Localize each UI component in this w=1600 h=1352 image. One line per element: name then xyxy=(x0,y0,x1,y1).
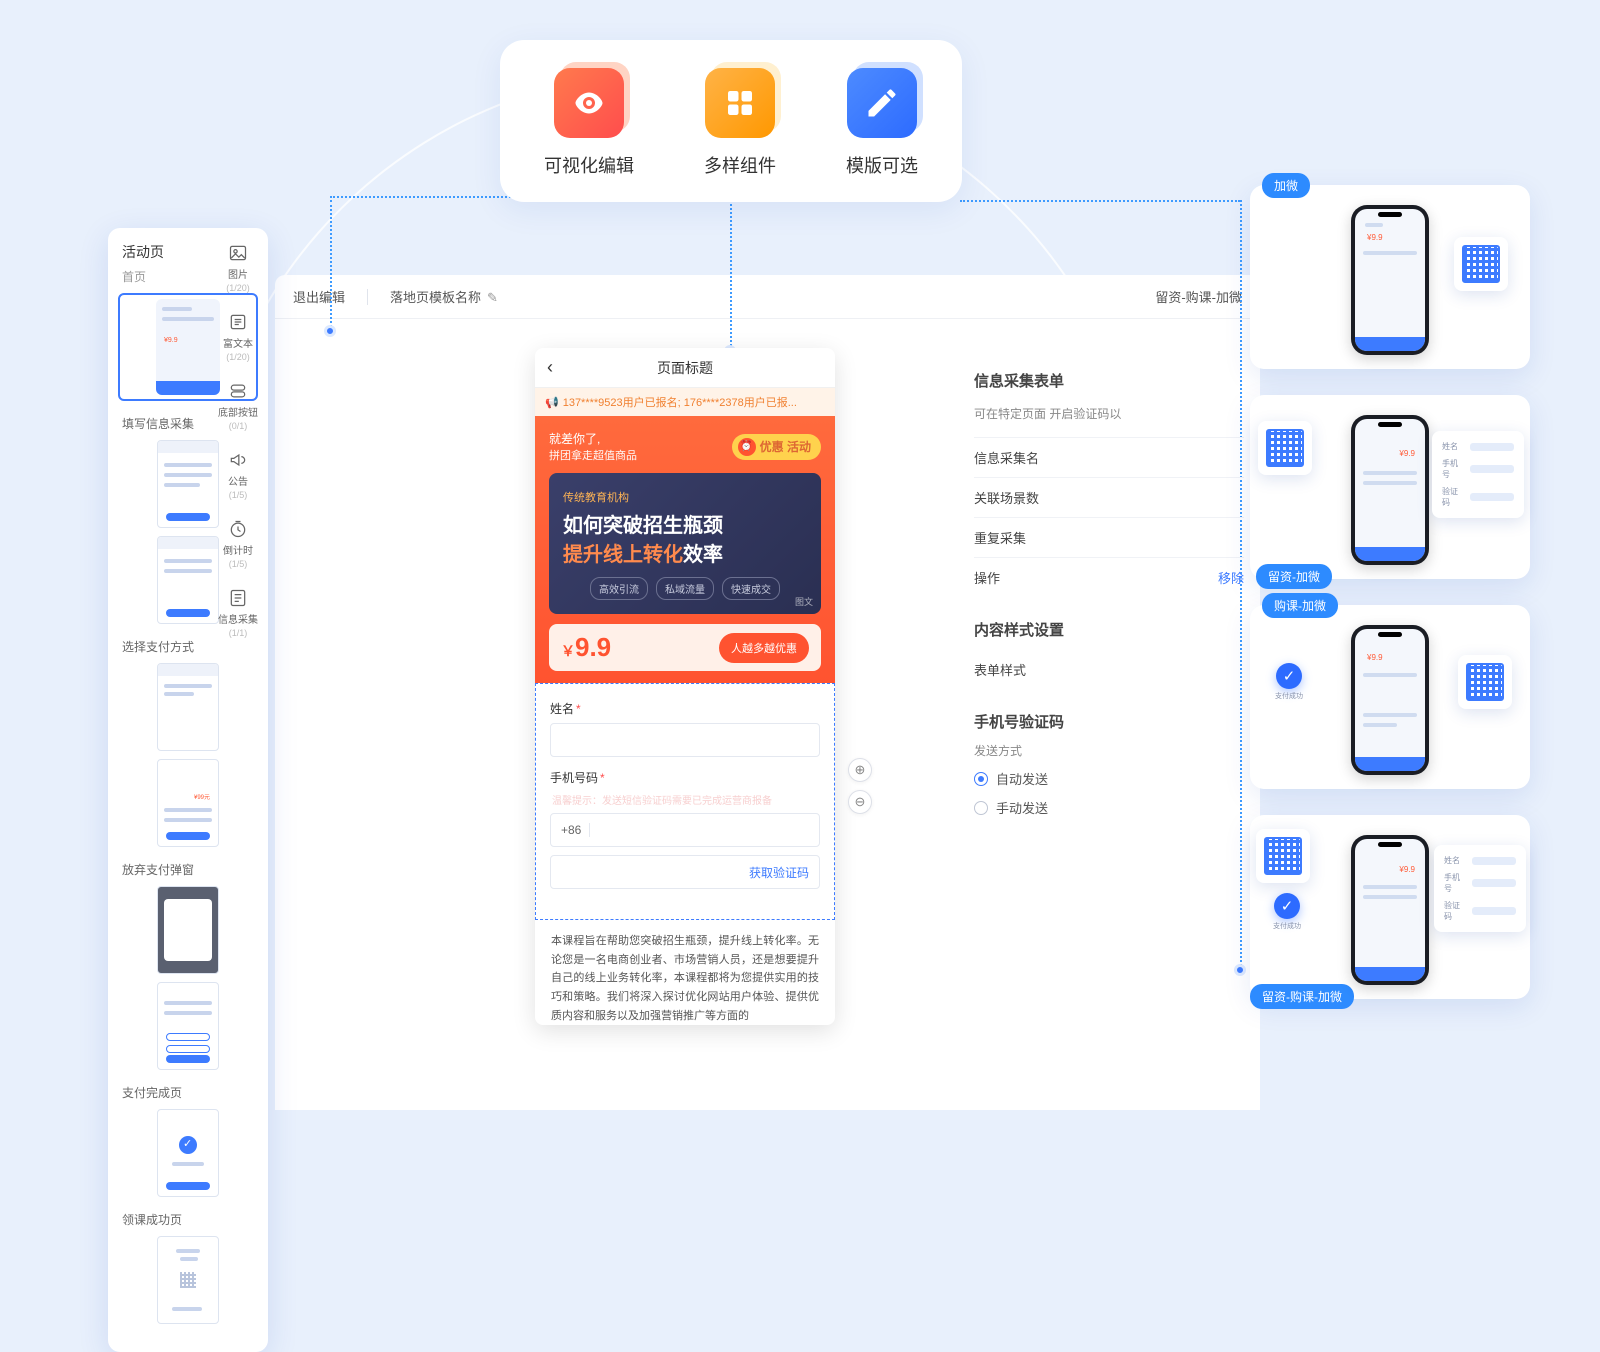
promo-block: 就差你了, 拼团拿走超值商品 ⏰优惠 活动 传统教育机构 如何突破招生瓶颈 提升… xyxy=(535,416,835,683)
hero-card: 传统教育机构 如何突破招生瓶颈 提升线上转化效率 高效引流 私域流量 快速成交 … xyxy=(549,473,821,614)
form-preview-selected[interactable]: 姓名* 手机号码* 温馨提示：发送短信验证码需要已完成运营商报备 +86 获取验… xyxy=(535,683,835,920)
section-label: 领课成功页 xyxy=(118,1211,258,1228)
preview-column: 加微 ¥9.9 留资-加微 ¥9.9 姓名 手机号 验证码 购课-加微 ¥ xyxy=(1250,185,1530,999)
check-icon: ✓ xyxy=(1276,663,1302,689)
preview-card: 加微 ¥9.9 xyxy=(1250,185,1530,369)
edit-icon[interactable]: ✎ xyxy=(487,290,498,305)
feature-label: 可视化编辑 xyxy=(544,152,634,178)
plus-button[interactable]: ⊕ xyxy=(848,758,872,782)
feature-label: 模版可选 xyxy=(846,152,918,178)
minus-button[interactable]: ⊖ xyxy=(848,790,872,814)
qr-icon xyxy=(1462,245,1500,283)
phone-preview: ‹ 页面标题 📢 137****9523用户已报名; 176****2378用户… xyxy=(535,348,835,1025)
page-thumb[interactable]: ¥99元 xyxy=(157,759,219,847)
props-subtitle: 手机号验证码 xyxy=(974,711,1244,732)
eye-icon xyxy=(554,68,624,138)
radio-manual[interactable]: 手动发送 xyxy=(974,798,1244,817)
pencil-icon xyxy=(847,68,917,138)
props-subtitle: 内容样式设置 xyxy=(974,619,1244,640)
remove-link[interactable]: 移除 xyxy=(1218,568,1244,587)
megaphone-icon xyxy=(227,449,249,471)
qr-card xyxy=(1454,237,1508,291)
chip: 留资-加微 xyxy=(1256,564,1332,589)
course-description: 本课程旨在帮助您突破招生瓶颈，提升线上转化率。无论您是一名电商创业者、市场营销人… xyxy=(535,920,835,1025)
check-icon: ✓ xyxy=(1274,893,1300,919)
image-icon xyxy=(227,242,249,264)
feature-templates: 模版可选 xyxy=(846,68,918,178)
ticker-bar: 📢 137****9523用户已报名; 176****2378用户已报... xyxy=(535,388,835,416)
qr-card xyxy=(1258,421,1312,475)
page-thumb[interactable] xyxy=(157,886,219,974)
promo-pill: ⏰优惠 活动 xyxy=(732,434,821,460)
preview-card: 购课-加微 ¥9.9 ✓ 支付成功 xyxy=(1250,605,1530,789)
clock-icon: ⏰ xyxy=(738,438,756,456)
get-code-link[interactable]: 获取验证码 xyxy=(749,864,809,881)
page-thumb[interactable] xyxy=(157,1109,219,1197)
feature-components: 多样组件 xyxy=(704,68,776,178)
feature-label: 多样组件 xyxy=(704,152,776,178)
price-row: ￥9.9 人越多越优惠 xyxy=(549,624,821,671)
sound-icon: 📢 xyxy=(545,396,559,409)
chip: 留资-购课-加微 xyxy=(1250,984,1354,1009)
back-icon[interactable]: ‹ xyxy=(547,357,553,378)
preview-card: 留资-加微 ¥9.9 姓名 手机号 验证码 xyxy=(1250,395,1530,579)
props-title: 信息采集表单 xyxy=(974,370,1244,391)
qr-icon xyxy=(1466,663,1504,701)
grid-icon xyxy=(705,68,775,138)
back-button[interactable]: 退出编辑 xyxy=(293,287,345,306)
phone-input[interactable]: +86 xyxy=(550,813,820,847)
component-rail: 图片(1/20) 富文本(1/20) 底部按钮(0/1) 公告(1/5) 倒计时… xyxy=(210,242,266,638)
template-name[interactable]: 落地页模板名称✎ xyxy=(390,287,498,306)
breadcrumb-path: 留资-购课-加微 xyxy=(1155,287,1242,306)
clock-icon xyxy=(227,518,249,540)
props-hint: 可在特定页面 开启验证码以 xyxy=(974,405,1244,423)
qr-icon xyxy=(1264,837,1302,875)
code-input[interactable]: 获取验证码 xyxy=(550,855,820,889)
comp-bottom-button[interactable]: 底部按钮(0/1) xyxy=(210,380,266,431)
feature-visual-edit: 可视化编辑 xyxy=(544,68,634,178)
comp-countdown[interactable]: 倒计时(1/5) xyxy=(210,518,266,569)
page-thumb[interactable] xyxy=(157,663,219,751)
zoom-controls: ⊕ ⊖ xyxy=(848,758,872,814)
page-thumb[interactable] xyxy=(157,1236,219,1324)
section-label: 放弃支付弹窗 xyxy=(118,861,258,878)
editor-toolbar: 退出编辑 落地页模板名称✎ 留资-购课-加微 xyxy=(275,275,1260,319)
text-icon xyxy=(227,311,249,333)
chip: 加微 xyxy=(1262,173,1310,198)
comp-form[interactable]: 信息采集(1/1) xyxy=(210,587,266,638)
section-label: 支付完成页 xyxy=(118,1084,258,1101)
form-icon xyxy=(227,587,249,609)
field-card: 姓名 手机号 验证码 xyxy=(1434,845,1526,932)
qr-icon xyxy=(1266,429,1304,467)
section-label: 选择支付方式 xyxy=(118,638,258,655)
button-icon xyxy=(227,380,249,402)
comp-richtext[interactable]: 富文本(1/20) xyxy=(210,311,266,362)
preview-header: ‹ 页面标题 xyxy=(535,348,835,388)
preview-card: 留资-购课-加微 ¥9.9 ✓ 支付成功 姓名 手机号 验证码 xyxy=(1250,815,1530,999)
page-title: 页面标题 xyxy=(657,358,713,378)
qr-card xyxy=(1458,655,1512,709)
properties-panel: 信息采集表单 可在特定页面 开启验证码以 信息采集名 关联场景数 重复采集 操作… xyxy=(974,370,1244,827)
chip: 购课-加微 xyxy=(1262,593,1338,618)
qr-card xyxy=(1256,829,1310,883)
name-input[interactable] xyxy=(550,723,820,757)
comp-notice[interactable]: 公告(1/5) xyxy=(210,449,266,500)
features-card: 可视化编辑 多样组件 模版可选 xyxy=(500,40,962,202)
field-card: 姓名 手机号 验证码 xyxy=(1432,431,1524,518)
radio-auto[interactable]: 自动发送 xyxy=(974,769,1244,788)
page-thumb[interactable] xyxy=(157,982,219,1070)
comp-image[interactable]: 图片(1/20) xyxy=(210,242,266,293)
buy-button[interactable]: 人越多越优惠 xyxy=(719,633,809,663)
